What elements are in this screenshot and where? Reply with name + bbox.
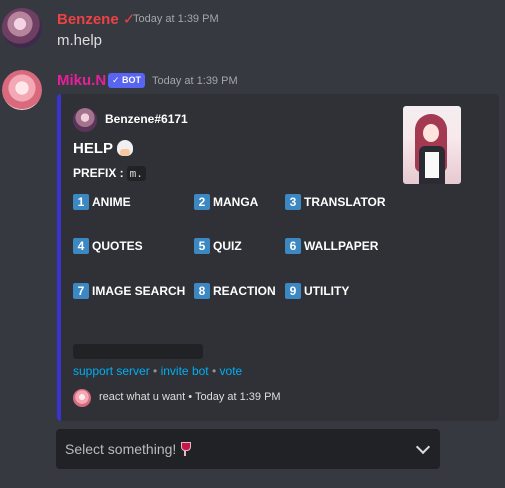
bot-tag: ✓ BOT [108,73,146,88]
avatar[interactable] [2,70,42,110]
author-name[interactable]: Benzene ✓ [57,10,135,28]
category-manga: 2 MANGA [194,194,258,210]
category-label: REACTION [213,284,276,298]
wine-glass-icon [180,442,192,456]
category-label: TRANSLATOR [304,195,386,209]
embed-links: support server • invite bot • vote [73,364,242,378]
prefix-code: m. [126,166,146,181]
message-content: m.help [57,32,103,49]
embed-title-text: HELP [73,140,114,157]
category-label: IMAGE SEARCH [92,284,186,298]
keycap-7-icon: 7 [73,283,89,299]
keycap-5-icon: 5 [194,238,210,254]
select-placeholder-text: Select something! [65,441,177,457]
link-separator: • [211,364,217,378]
category-label: QUOTES [92,239,143,253]
keycap-3-icon: 3 [285,194,301,210]
category-reaction: 8 REACTION [194,283,276,299]
keycap-2-icon: 2 [194,194,210,210]
prefix-line: PREFIX : m. [73,166,146,181]
timestamp: Today at 1:39 PM [133,13,219,25]
spoiler-block[interactable] [73,344,203,359]
embed-author[interactable]: Benzene#6171 [105,112,188,126]
embed-title: HELP [73,140,134,157]
author-name[interactable]: Miku.N [57,72,106,89]
select-placeholder: Select something! [65,441,192,457]
keycap-4-icon: 4 [73,238,89,254]
category-image-search: 7 IMAGE SEARCH [73,283,185,299]
category-utility: 9 UTILITY [285,283,349,299]
select-menu[interactable]: Select something! [56,429,440,469]
timestamp: Today at 1:39 PM [152,75,238,87]
keycap-1-icon: 1 [73,194,89,210]
prefix-label: PREFIX : [73,166,124,180]
category-label: UTILITY [304,284,350,298]
embed-thumbnail[interactable] [403,106,461,184]
category-anime: 1 ANIME [73,194,131,210]
category-label: ANIME [92,195,131,209]
footer-icon [73,389,91,407]
support-server-link[interactable]: support server [73,364,150,378]
keycap-6-icon: 6 [285,238,301,254]
avatar[interactable] [2,8,42,48]
category-label: QUIZ [213,239,242,253]
chef-emoji-icon [117,140,134,156]
link-separator: • [153,364,158,378]
invite-bot-link[interactable]: invite bot [161,364,209,378]
embed: Benzene#6171 HELP PREFIX : m. 1 ANIME 2 MAN… [57,94,499,421]
chevron-down-icon[interactable] [415,439,431,454]
category-label: MANGA [213,195,259,209]
keycap-9-icon: 9 [285,283,301,299]
keycap-8-icon: 8 [194,283,210,299]
vote-link[interactable]: vote [220,364,243,378]
category-label: WALLPAPER [304,239,379,253]
category-quiz: 5 QUIZ [194,238,242,254]
embed-author-avatar [73,108,97,132]
message-user: Benzene ✓ Today at 1:39 PM m.help [0,0,505,60]
category-translator: 3 TRANSLATOR [285,194,386,210]
category-wallpaper: 6 WALLPAPER [285,238,378,254]
category-quotes: 4 QUOTES [73,238,143,254]
embed-footer: react what u want • Today at 1:39 PM [99,391,281,403]
